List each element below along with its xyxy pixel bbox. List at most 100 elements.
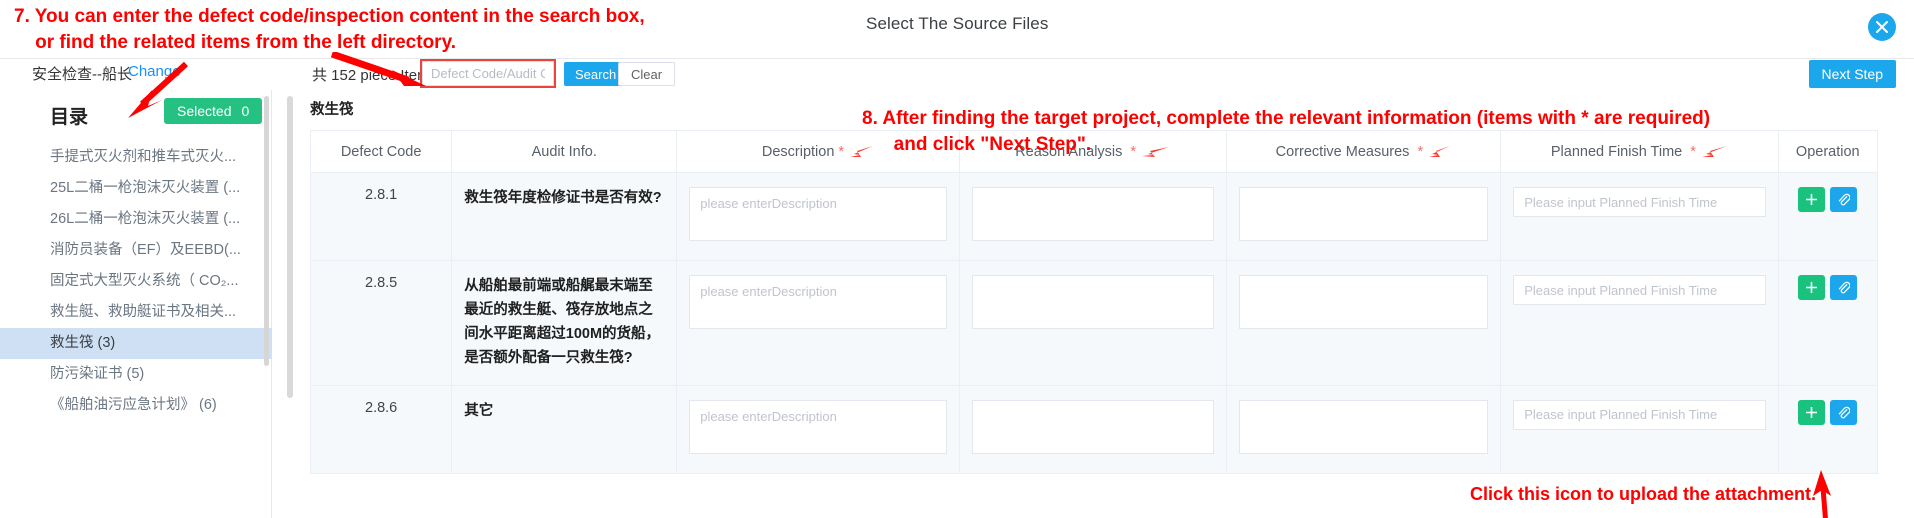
clear-button[interactable]: Clear bbox=[618, 62, 676, 86]
plus-icon[interactable] bbox=[1798, 187, 1826, 212]
cell-defect-code: 2.8.1 bbox=[309, 172, 453, 261]
col-label: Corrective Measures bbox=[1275, 143, 1410, 160]
selected-label: Selected bbox=[177, 103, 232, 119]
items-count: 共 152 piece Items bbox=[312, 67, 438, 84]
selected-count: 0 bbox=[241, 103, 250, 119]
col-label: Planned Finish Time bbox=[1550, 143, 1683, 160]
reason-analysis-input[interactable] bbox=[971, 399, 1214, 454]
table-header-row: Defect Code Audit Info. Description * Rea bbox=[309, 130, 1879, 173]
sidebar-item-6-liferaft[interactable]: 救生筏 (3) bbox=[0, 328, 272, 359]
corrective-measures-input[interactable] bbox=[1238, 187, 1489, 241]
arrow-to-attach-icon bbox=[1813, 470, 1831, 518]
col-audit-info: Audit Info. bbox=[451, 130, 678, 173]
close-icon[interactable] bbox=[1868, 13, 1896, 41]
plus-glyph bbox=[1806, 194, 1818, 205]
cell-corrective-measures bbox=[1225, 384, 1502, 474]
change-link[interactable]: Change bbox=[128, 63, 181, 80]
cell-reason-analysis bbox=[958, 172, 1227, 261]
cell-planned-finish-time bbox=[1500, 260, 1779, 386]
sidebar-scrollbar[interactable] bbox=[264, 96, 269, 366]
col-description: Description * bbox=[676, 130, 960, 173]
sidebar-item-3[interactable]: 消防员装备（EF）及EEBD(... bbox=[0, 235, 272, 266]
defects-table: Defect Code Audit Info. Description * Rea bbox=[309, 130, 1879, 474]
cell-reason-analysis bbox=[958, 260, 1227, 386]
sidebar-item-list: 手提式灭火剂和推车式灭火... 25L二桶一枪泡沫灭火装置 (... 26L二桶… bbox=[0, 142, 272, 421]
corrective-measures-input[interactable] bbox=[1238, 399, 1489, 454]
corrective-measures-input[interactable] bbox=[1238, 275, 1489, 329]
main-scrollbar[interactable] bbox=[287, 96, 293, 398]
col-corrective-measures: Corrective Measures * bbox=[1225, 130, 1502, 173]
col-planned-finish-time: Planned Finish Time * bbox=[1500, 130, 1779, 173]
plus-glyph bbox=[1806, 406, 1818, 418]
col-label: Defect Code bbox=[340, 143, 422, 160]
sidebar-item-4[interactable]: 固定式大型灭火系统（ CO₂... bbox=[0, 266, 272, 297]
group-title: 救生筏 bbox=[310, 102, 354, 118]
cell-audit-info: 其它 bbox=[451, 384, 678, 474]
reason-analysis-input[interactable] bbox=[971, 275, 1214, 329]
sidebar-title: 目录 bbox=[50, 107, 89, 128]
paperclip-icon[interactable] bbox=[1830, 187, 1858, 212]
cell-corrective-measures bbox=[1225, 260, 1502, 386]
table-row: 2.8.6 其它 bbox=[309, 384, 1879, 474]
sidebar: 目录 Selected 0 手提式灭火剂和推车式灭火... 25L二桶一枪泡沫灭… bbox=[0, 90, 272, 518]
cell-audit-info: 从船舶最前端或船艉最末端至最近的救生艇、筏存放地点之间水平距离超过100M的货船… bbox=[451, 260, 678, 386]
sidebar-item-8[interactable]: 《船舶油污应急计划》 (6) bbox=[0, 390, 272, 421]
main-panel: 救生筏 Defect Code Audit Info. Description * bbox=[272, 90, 1914, 518]
cell-operation bbox=[1777, 384, 1879, 474]
col-label: Audit Info. bbox=[531, 143, 597, 160]
plus-glyph bbox=[1806, 282, 1818, 293]
annotation-step-7: 7. You can enter the defect code/inspect… bbox=[14, 6, 645, 54]
required-asterisk: * bbox=[1413, 143, 1424, 160]
selected-count-badge[interactable]: Selected 0 bbox=[164, 98, 263, 124]
table-row: 2.8.5 从船舶最前端或船艉最末端至最近的救生艇、筏存放地点之间水平距离超过1… bbox=[309, 260, 1879, 386]
paperclip-glyph bbox=[1839, 406, 1851, 419]
modal-dialog: 7. You can enter the defect code/inspect… bbox=[0, 0, 1914, 518]
search-box-highlight bbox=[420, 59, 556, 88]
cell-defect-code: 2.8.6 bbox=[309, 384, 453, 474]
cell-planned-finish-time bbox=[1500, 384, 1779, 474]
cell-defect-code: 2.8.5 bbox=[309, 260, 453, 386]
paperclip-icon[interactable] bbox=[1830, 399, 1858, 425]
paperclip-glyph bbox=[1839, 281, 1851, 294]
required-asterisk: * bbox=[1686, 143, 1696, 160]
cell-operation bbox=[1777, 172, 1879, 261]
description-input[interactable] bbox=[689, 187, 947, 241]
profile-name: 安全检查--船长 bbox=[32, 66, 132, 83]
description-input[interactable] bbox=[689, 275, 947, 329]
cell-planned-finish-time bbox=[1500, 172, 1779, 261]
required-asterisk: * bbox=[838, 143, 845, 160]
modal-title: Select The Source Files bbox=[866, 14, 1049, 33]
planned-finish-time-input[interactable] bbox=[1513, 399, 1766, 430]
plus-icon[interactable] bbox=[1798, 275, 1826, 300]
cell-corrective-measures bbox=[1225, 172, 1502, 261]
planned-finish-time-input[interactable] bbox=[1513, 187, 1766, 217]
sidebar-item-0[interactable]: 手提式灭火剂和推车式灭火... bbox=[0, 142, 272, 173]
col-defect-code: Defect Code bbox=[309, 130, 453, 173]
sidebar-item-2[interactable]: 26L二桶一枪泡沫灭火装置 (... bbox=[0, 204, 272, 235]
reason-analysis-input[interactable] bbox=[971, 187, 1214, 241]
cell-reason-analysis bbox=[958, 384, 1227, 474]
col-label: Reason Analysis bbox=[1015, 143, 1123, 160]
cell-operation bbox=[1777, 260, 1879, 386]
next-step-button[interactable]: Next Step bbox=[1808, 60, 1896, 88]
modal-header-divider bbox=[0, 58, 1914, 59]
sidebar-item-1[interactable]: 25L二桶一枪泡沫灭火装置 (... bbox=[0, 173, 272, 204]
planned-finish-time-input[interactable] bbox=[1513, 275, 1766, 305]
paperclip-icon[interactable] bbox=[1830, 275, 1858, 300]
plus-icon[interactable] bbox=[1798, 399, 1826, 425]
required-asterisk: * bbox=[1126, 143, 1137, 160]
search-input[interactable] bbox=[422, 61, 554, 86]
col-reason-analysis: Reason Analysis * bbox=[958, 130, 1227, 173]
cell-description bbox=[676, 172, 960, 261]
col-label: Description bbox=[761, 143, 835, 160]
sidebar-item-7[interactable]: 防污染证书 (5) bbox=[0, 359, 272, 390]
arrow-to-reason-icon bbox=[1142, 147, 1170, 157]
arrow-to-planned-time-icon bbox=[1701, 146, 1727, 157]
col-label: Operation bbox=[1795, 143, 1860, 160]
description-input[interactable] bbox=[689, 399, 947, 454]
cell-description bbox=[676, 260, 960, 386]
arrow-to-description-icon bbox=[850, 146, 874, 157]
arrow-to-corrective-icon bbox=[1429, 146, 1451, 157]
close-glyph bbox=[1876, 21, 1888, 33]
sidebar-item-5[interactable]: 救生艇、救助艇证书及相关... bbox=[0, 297, 272, 328]
